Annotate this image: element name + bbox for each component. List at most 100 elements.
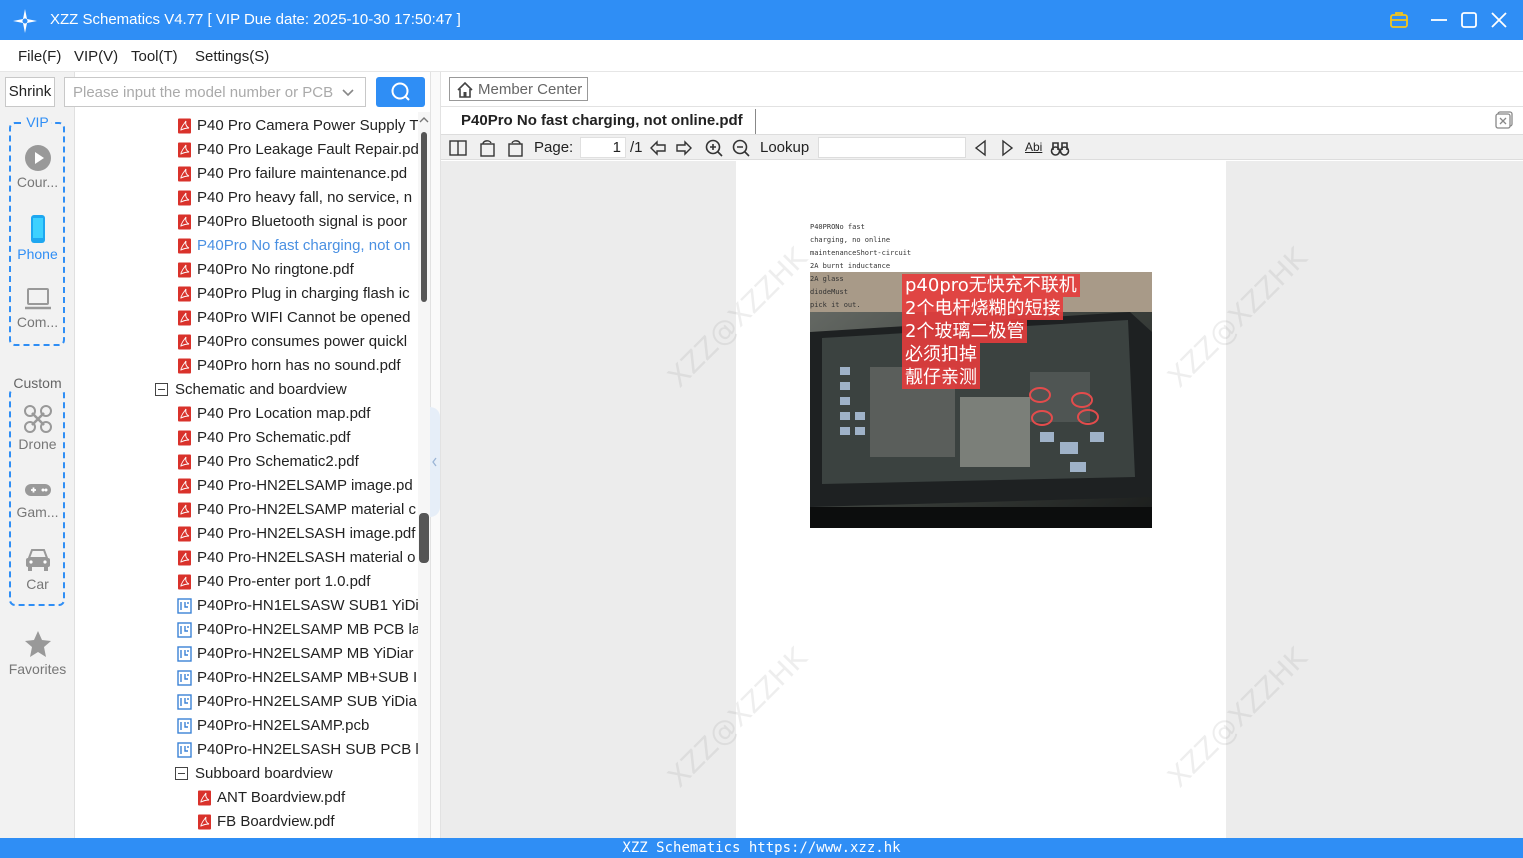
tree-scroll-thumb[interactable] [421, 132, 427, 302]
zoom-in-icon[interactable] [704, 138, 724, 158]
two-page-icon[interactable] [448, 138, 468, 158]
pdf-text-line: diodeMust [810, 288, 848, 296]
page-number-input[interactable]: 1 [580, 137, 626, 158]
tree-item-label: P40Pro-HN2ELSAMP MB+SUB I [197, 669, 418, 686]
pcb-file-icon [177, 718, 192, 734]
caption-line: 必须扣掉 [902, 343, 980, 366]
search-icon [391, 82, 410, 101]
pdf-text-line: 2A burnt inductance [810, 262, 891, 270]
tree-item-label: P40 Pro Leakage Fault Repair.pd [197, 141, 418, 158]
tree-item-label: P40 Pro-enter port 1.0.pdf [197, 573, 371, 590]
binoculars-icon[interactable] [1050, 138, 1070, 158]
tree-item-label: ANT Boardview.pdf [217, 789, 346, 806]
menu-vip[interactable]: VIP(V) [74, 48, 118, 65]
scroll-up-icon[interactable] [418, 114, 430, 126]
lookup-input[interactable] [818, 137, 966, 158]
pcb-file-icon [177, 598, 192, 614]
tree-item-label: P40Pro Bluetooth signal is poor [197, 213, 408, 230]
tree-item-label: P40 Pro Schematic.pdf [197, 429, 351, 446]
pdf-toolbar: Page: 1 /1 Lookup Abi [441, 134, 1523, 160]
play-icon [24, 145, 51, 171]
tree-item-label: FB Boardview.pdf [217, 813, 335, 830]
sidebar-item-drone[interactable]: Drone [0, 404, 75, 452]
match-case-button[interactable]: Abi [1025, 140, 1042, 154]
pdf-text-line: pick it out. [810, 301, 861, 309]
pdf-file-icon [197, 790, 212, 806]
tree-scrollbar[interactable] [418, 112, 430, 838]
rotate-right-icon[interactable] [505, 138, 525, 158]
pdf-text-line: charging, no online [810, 236, 891, 244]
close-icon[interactable] [1487, 8, 1511, 32]
member-center-button[interactable]: Member Center [449, 77, 588, 101]
previous-page-icon[interactable] [648, 138, 668, 158]
pdf-file-icon [197, 814, 212, 830]
collapse-toggle-icon[interactable] [175, 767, 188, 780]
pdf-viewer[interactable]: P40PRONo fast charging, no online maintena… [441, 161, 1523, 838]
zoom-out-icon[interactable] [731, 138, 751, 158]
tree-item-label: P40Pro horn has no sound.pdf [197, 357, 401, 374]
sidebar-item-favorites[interactable]: Favorites [0, 629, 75, 677]
collapse-toggle-icon[interactable] [155, 383, 168, 396]
pdf-file-icon [177, 190, 192, 206]
close-tab-icon[interactable] [1495, 111, 1513, 129]
tree-item-label: P40 Pro-HN2ELSAMP material c [197, 501, 416, 518]
pdf-text-line: P40PRONo fast [810, 223, 865, 231]
pdf-file-icon [177, 334, 192, 350]
pdf-file-icon [177, 142, 192, 158]
menu-file[interactable]: File(F) [18, 48, 61, 65]
tree-item-label: P40 Pro heavy fall, no service, n [197, 189, 413, 206]
pdf-file-icon [177, 478, 192, 494]
find-next-icon[interactable] [997, 138, 1017, 158]
secondary-scroll-thumb[interactable] [419, 513, 429, 563]
pdf-file-icon [177, 454, 192, 470]
pdf-file-icon [177, 310, 192, 326]
pdf-file-icon [177, 262, 192, 278]
gamepad-icon [24, 484, 51, 496]
maximize-icon[interactable] [1457, 8, 1481, 32]
next-page-icon[interactable] [674, 138, 694, 158]
find-previous-icon[interactable] [971, 138, 991, 158]
app-logo-icon [13, 9, 37, 33]
sidebar-item-phone[interactable]: Phone [0, 214, 75, 262]
menu-settings[interactable]: Settings(S) [195, 48, 269, 65]
tree-item-label: P40Pro-HN1ELSASW SUB1 YiDi [197, 597, 418, 614]
search-placeholder: Please input the model number or PCB [73, 84, 334, 101]
sidebar-item-game[interactable]: Gam... [0, 478, 75, 520]
page-total: /1 [630, 139, 643, 156]
caption-line: 2个玻璃二极管 [902, 320, 1028, 343]
tree-item-label: P40Pro-HN2ELSAMP SUB YiDia [197, 693, 417, 710]
tab-active-document[interactable]: P40Pro No fast charging, not online.pdf [449, 109, 756, 135]
tree-item-label: Subboard boardview [195, 765, 333, 782]
search-button[interactable] [376, 77, 425, 107]
pdf-file-icon [177, 430, 192, 446]
pdf-file-icon [177, 406, 192, 422]
pcb-file-icon [177, 742, 192, 758]
car-icon [25, 549, 50, 571]
home-icon [457, 81, 473, 98]
model-search-input[interactable]: Please input the model number or PCB [64, 77, 366, 107]
pdf-file-icon [177, 502, 192, 518]
window-title: XZZ Schematics V4.77 [ VIP Due date: 202… [50, 11, 461, 28]
chevron-down-icon[interactable] [341, 86, 355, 100]
pcb-file-icon [177, 694, 192, 710]
panel-splitter[interactable] [430, 72, 441, 838]
sidebar-item-course[interactable]: Cour... [0, 144, 75, 190]
tree-item-label: P40 Pro-HN2ELSASH material o [197, 549, 416, 566]
sidebar-item-car[interactable]: Car [0, 546, 75, 592]
tree-item-label: P40Pro-HN2ELSAMP.pcb [197, 717, 370, 734]
sidebar-item-computer[interactable]: Com... [0, 286, 75, 330]
collapse-handle[interactable] [430, 407, 440, 517]
photo-caption: p40pro无快充不联机 2个电杆烧糊的短接 2个玻璃二极管 必须扣掉 靓仔亲测 [902, 274, 1080, 389]
menu-tool[interactable]: Tool(T) [131, 48, 178, 65]
shrink-button[interactable]: Shrink [5, 77, 55, 107]
lookup-label: Lookup [760, 139, 810, 156]
tree-item-label: P40Pro consumes power quickl [197, 333, 408, 350]
minimize-icon[interactable] [1427, 8, 1451, 32]
rotate-left-icon[interactable] [478, 138, 498, 158]
pcb-file-icon [177, 646, 192, 662]
menu-bar: File(F) VIP(V) Tool(T) Settings(S) [0, 40, 1523, 72]
tree-item-label: P40 Pro Location map.pdf [197, 405, 371, 422]
pdf-file-icon [177, 238, 192, 254]
briefcase-icon[interactable] [1387, 8, 1411, 32]
tree-item-label: P40Pro No fast charging, not on [197, 237, 411, 254]
